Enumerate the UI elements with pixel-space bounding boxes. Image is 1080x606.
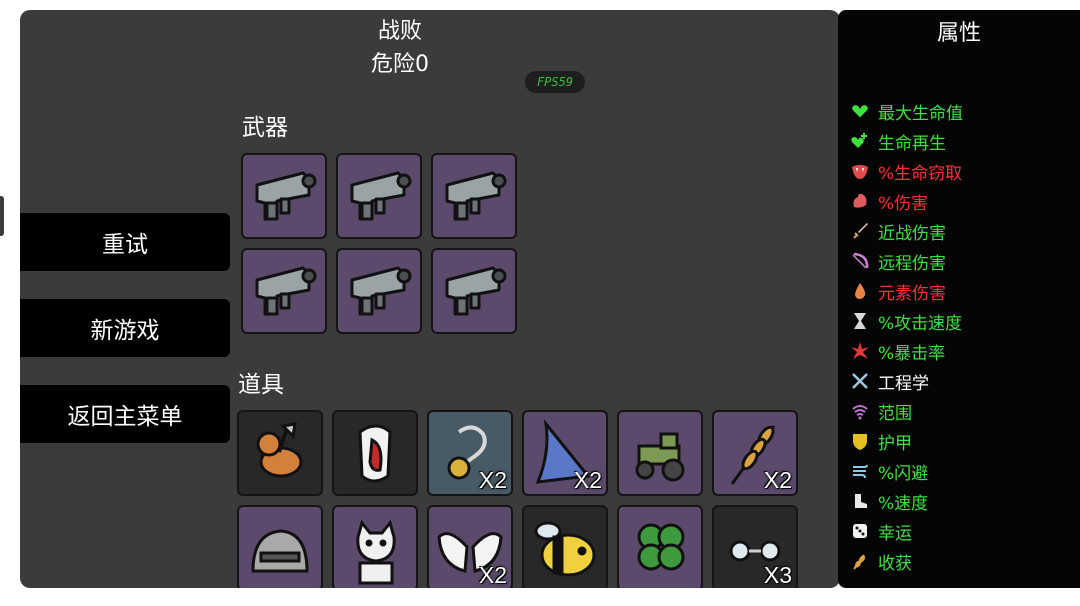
attributes-panel: 属性 最大生命值 生命再生 %生命窃取 %伤害 近战伤害 远程伤害 元素伤害 %… bbox=[838, 10, 1080, 588]
vampire-mouth-icon bbox=[852, 165, 868, 179]
stat-label: 远程伤害 bbox=[878, 253, 946, 274]
item-slot[interactable]: X2 bbox=[427, 505, 513, 588]
stat-label: %攻击速度 bbox=[878, 313, 963, 334]
flame-icon bbox=[855, 283, 866, 299]
stat-row[interactable]: 工程学 bbox=[850, 369, 929, 394]
weapon-slot[interactable] bbox=[431, 153, 517, 239]
stat-label: %闪避 bbox=[878, 463, 929, 484]
stat-row[interactable]: %暴击率 bbox=[850, 339, 946, 364]
stat-row[interactable]: %生命窃取 bbox=[850, 159, 963, 184]
main-menu-button[interactable]: 返回主菜单 bbox=[20, 385, 230, 443]
item-slot[interactable]: X2 bbox=[427, 410, 513, 496]
stat-row[interactable]: 近战伤害 bbox=[850, 219, 946, 244]
stat-row[interactable]: %攻击速度 bbox=[850, 309, 963, 334]
heart-icon bbox=[851, 104, 869, 119]
pistol-icon bbox=[350, 171, 412, 221]
stat-label: %暴击率 bbox=[878, 343, 946, 364]
stat-row[interactable]: 护甲 bbox=[850, 429, 912, 454]
stat-row[interactable]: 远程伤害 bbox=[850, 249, 946, 274]
muscle-icon bbox=[853, 193, 867, 208]
wrench-cross-icon bbox=[852, 373, 868, 389]
heart-plus-icon bbox=[851, 133, 867, 148]
weapon-slot[interactable] bbox=[336, 153, 422, 239]
lumberjack-teddy-icon bbox=[256, 422, 303, 478]
new-game-button[interactable]: 新游戏 bbox=[20, 299, 230, 357]
stat-row[interactable]: %闪避 bbox=[850, 459, 929, 484]
screaming-tooth-icon bbox=[358, 424, 392, 483]
stat-row[interactable]: %伤害 bbox=[850, 189, 929, 214]
stat-label: %生命窃取 bbox=[878, 163, 963, 184]
stat-label: 幸运 bbox=[878, 523, 912, 544]
item-slot[interactable] bbox=[237, 410, 323, 496]
weapon-slot[interactable] bbox=[336, 248, 422, 334]
shield-icon bbox=[853, 434, 867, 450]
result-title: 战败 bbox=[377, 19, 422, 44]
stat-label: 护甲 bbox=[878, 433, 912, 454]
stat-label: 最大生命值 bbox=[878, 103, 963, 124]
stat-label: 工程学 bbox=[878, 373, 929, 394]
item-slot[interactable]: X2 bbox=[522, 410, 608, 496]
stat-label: 收获 bbox=[878, 553, 912, 574]
stat-label: 生命再生 bbox=[878, 133, 946, 154]
item-slot[interactable]: X3 bbox=[712, 505, 798, 588]
stat-row[interactable]: 幸运 bbox=[850, 519, 912, 544]
stat-label: %伤害 bbox=[878, 193, 929, 214]
item-slot[interactable]: X2 bbox=[712, 410, 798, 496]
item-slot[interactable] bbox=[522, 505, 608, 588]
four-leaf-clover-icon bbox=[637, 523, 685, 571]
item-slot[interactable] bbox=[617, 505, 703, 588]
tractor-icon bbox=[635, 432, 685, 482]
weapons-heading: 武器 bbox=[242, 115, 288, 141]
pistol-icon bbox=[255, 266, 317, 316]
knight-helmet-icon bbox=[251, 529, 309, 573]
harvest-icon bbox=[853, 554, 866, 570]
stat-label: 元素伤害 bbox=[878, 283, 946, 304]
dice-icon bbox=[853, 524, 867, 538]
weapon-slot[interactable] bbox=[431, 248, 517, 334]
boot-icon bbox=[855, 494, 867, 508]
stat-label: 近战伤害 bbox=[878, 223, 946, 244]
item-quantity: X2 bbox=[573, 467, 602, 493]
stat-row[interactable]: 收获 bbox=[850, 549, 912, 574]
retry-button[interactable]: 重试 bbox=[20, 213, 230, 271]
stat-label: %速度 bbox=[878, 493, 929, 514]
pistol-icon bbox=[350, 266, 412, 316]
lucky-cat-icon bbox=[356, 519, 396, 585]
stat-row[interactable]: 范围 bbox=[850, 399, 912, 424]
item-slot[interactable] bbox=[332, 410, 418, 496]
run-summary-panel: 战败 危险0 FPS59 重试 新游戏 返回主菜单 武器 道具 X2 X2 X2… bbox=[20, 10, 840, 588]
item-quantity: X2 bbox=[763, 467, 792, 493]
items-heading: 道具 bbox=[238, 372, 284, 398]
pistol-icon bbox=[445, 266, 507, 316]
item-slot[interactable] bbox=[332, 505, 418, 588]
crit-burst-icon bbox=[851, 342, 869, 359]
pistol-icon bbox=[255, 171, 317, 221]
stat-label: 范围 bbox=[878, 403, 912, 424]
attributes-title: 属性 bbox=[936, 21, 981, 46]
dodge-wind-icon bbox=[853, 464, 868, 479]
weapon-slot[interactable] bbox=[241, 248, 327, 334]
stat-row[interactable]: %速度 bbox=[850, 489, 929, 514]
stat-row[interactable]: 生命再生 bbox=[850, 129, 946, 154]
item-quantity: X2 bbox=[478, 467, 507, 493]
item-quantity: X2 bbox=[478, 562, 507, 588]
left-edge-tab bbox=[0, 196, 4, 236]
fps-counter: FPS59 bbox=[525, 71, 585, 93]
range-wave-icon bbox=[852, 405, 868, 420]
item-quantity: X3 bbox=[763, 562, 792, 588]
stat-row[interactable]: 最大生命值 bbox=[850, 99, 963, 124]
weapon-slot[interactable] bbox=[241, 153, 327, 239]
sword-icon bbox=[853, 223, 868, 239]
pistol-icon bbox=[445, 171, 507, 221]
bow-icon bbox=[852, 252, 869, 269]
hourglass-icon bbox=[854, 313, 866, 329]
stat-row[interactable]: 元素伤害 bbox=[850, 279, 946, 304]
bee-icon bbox=[534, 521, 596, 577]
item-slot[interactable] bbox=[617, 410, 703, 496]
danger-level: 危险0 bbox=[371, 52, 429, 77]
item-slot[interactable] bbox=[237, 505, 323, 588]
